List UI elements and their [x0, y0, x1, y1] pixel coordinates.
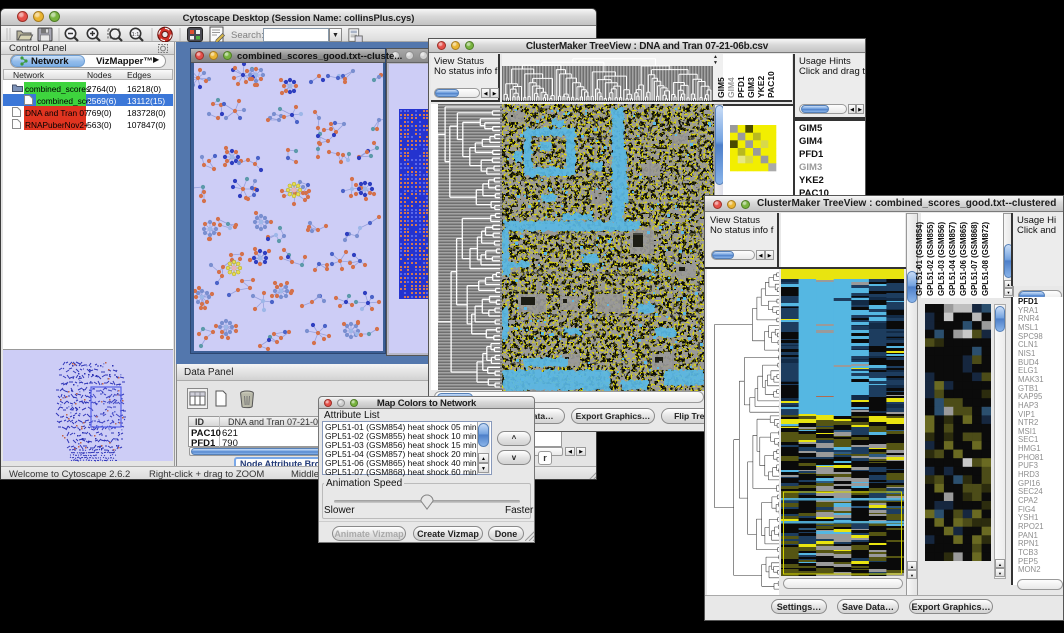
svg-text:Search:: Search: [231, 30, 264, 41]
svg-text:1:1: 1:1 [132, 32, 140, 38]
